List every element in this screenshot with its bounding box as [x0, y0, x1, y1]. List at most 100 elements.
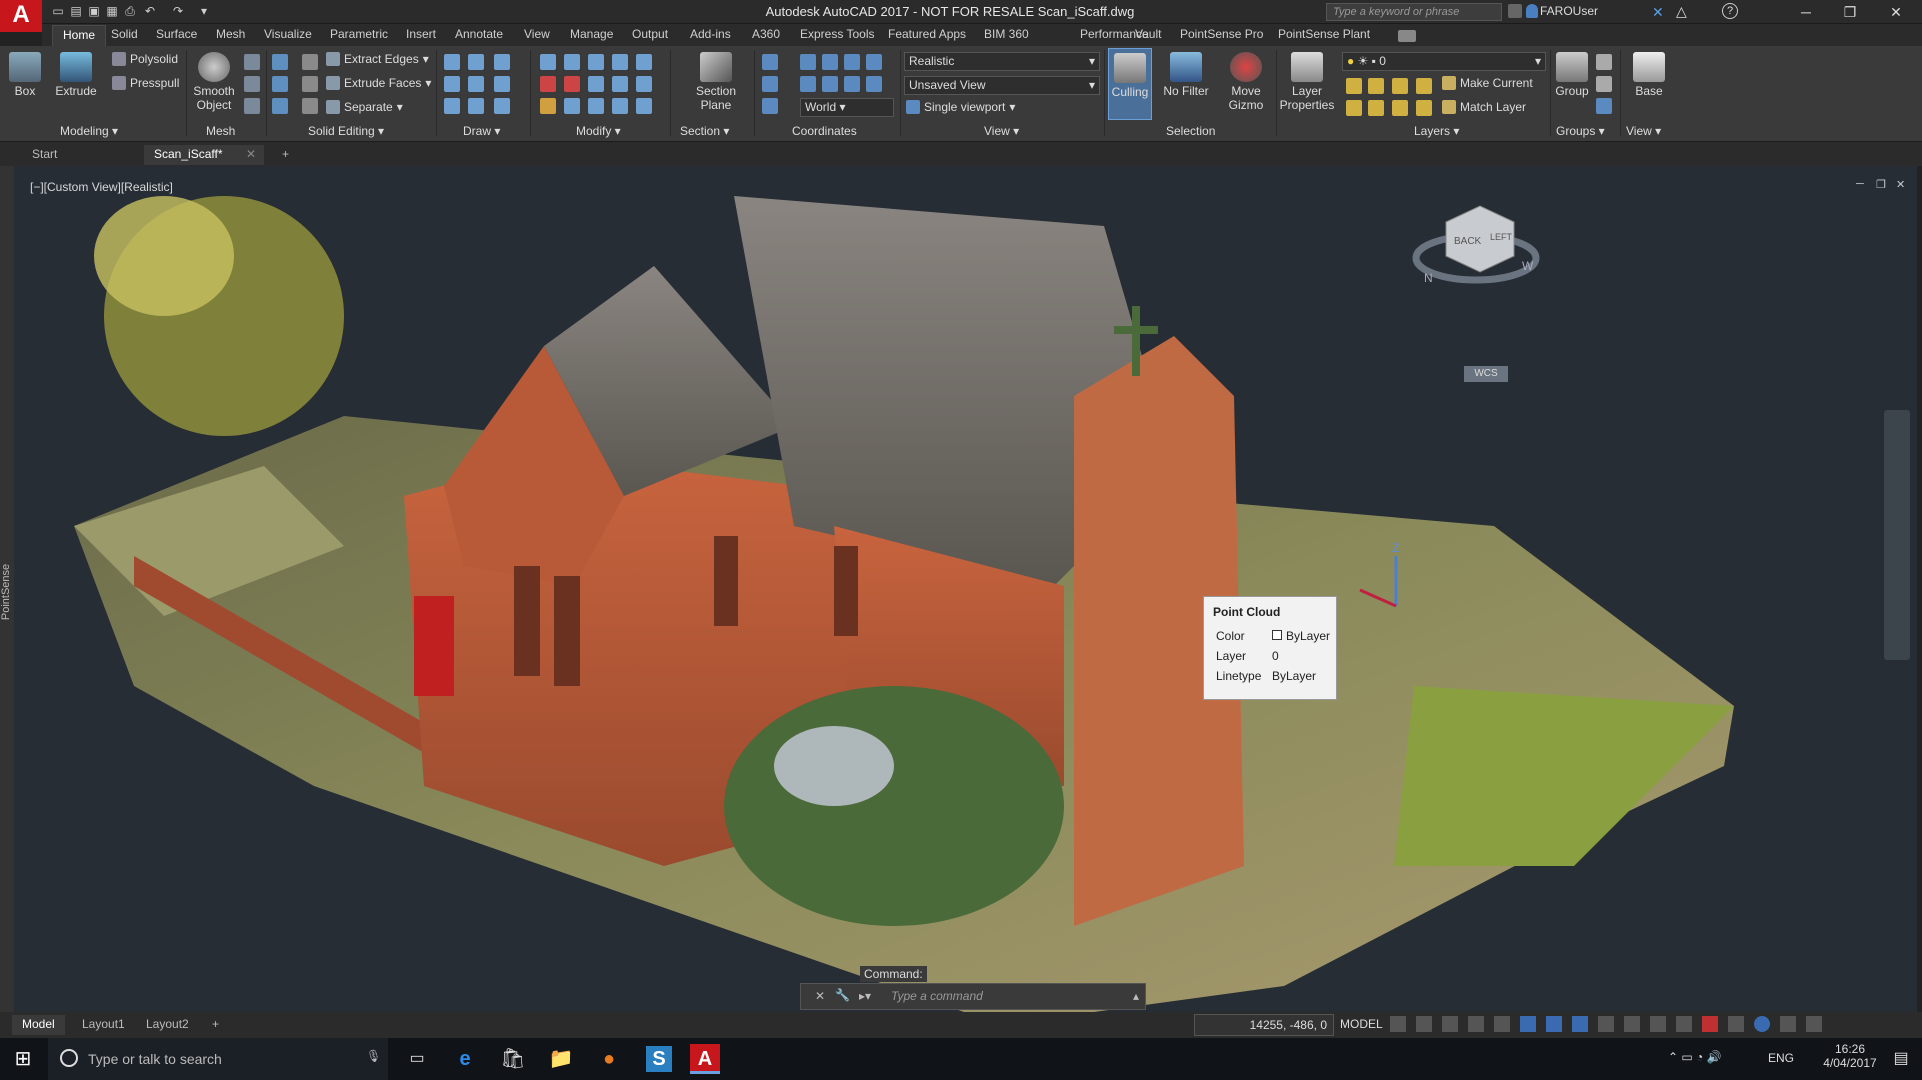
- 3d-polyline-icon[interactable]: [444, 76, 460, 92]
- object-snap-icon[interactable]: [1520, 1016, 1536, 1032]
- tab-insert[interactable]: Insert: [406, 27, 436, 41]
- ucs-icon[interactable]: [822, 76, 838, 92]
- edge-browser-icon[interactable]: e: [450, 1044, 480, 1074]
- panel-view[interactable]: View ▾: [984, 124, 1019, 138]
- box-button[interactable]: Box: [8, 52, 42, 98]
- grid-icon[interactable]: [1390, 1016, 1406, 1032]
- add-layout-button[interactable]: +: [206, 1015, 225, 1035]
- visual-style-dropdown[interactable]: Realistic ▾: [904, 52, 1100, 71]
- tab-solid[interactable]: Solid: [111, 27, 138, 41]
- extrude-button[interactable]: Extrude: [54, 52, 98, 98]
- customization-icon[interactable]: [1806, 1016, 1822, 1032]
- base-button[interactable]: Base: [1628, 52, 1670, 98]
- qat-more-icon[interactable]: ▾: [196, 3, 212, 19]
- presspull-button[interactable]: Presspull: [112, 76, 179, 90]
- command-history-icon[interactable]: ▴: [1133, 989, 1139, 1003]
- help-icon[interactable]: ?: [1722, 3, 1738, 19]
- tab-drawing-file[interactable]: Scan_iScaff* ✕: [144, 145, 264, 165]
- workspace-icon[interactable]: [1624, 1016, 1640, 1032]
- polyline-icon[interactable]: [444, 54, 460, 70]
- section-plane-button[interactable]: Section Plane: [692, 52, 740, 112]
- model-space-toggle[interactable]: MODEL: [1340, 1017, 1383, 1031]
- clean-screen-icon[interactable]: [1780, 1016, 1796, 1032]
- navigation-bar[interactable]: [1884, 410, 1910, 660]
- customize-icon[interactable]: 🔧: [835, 988, 850, 1002]
- tab-layout1[interactable]: Layout1: [74, 1015, 133, 1035]
- dynamic-ucs-icon[interactable]: [1572, 1016, 1588, 1032]
- autocad-taskbar-icon[interactable]: A: [690, 1044, 720, 1074]
- viewport-minimize-icon[interactable]: ─: [1856, 178, 1864, 190]
- redo-icon[interactable]: ↷: [170, 3, 186, 19]
- group-button[interactable]: Group: [1552, 52, 1592, 98]
- tab-home[interactable]: Home: [52, 25, 107, 46]
- command-line[interactable]: ✕ 🔧 ▸▾ Type a command ▴: [800, 983, 1146, 1010]
- tab-pointsense-plant[interactable]: PointSense Plant: [1278, 27, 1370, 41]
- layer-properties-button[interactable]: Layer Properties: [1278, 52, 1336, 112]
- panel-modeling[interactable]: Modeling ▾: [60, 124, 118, 138]
- layer-tool-icon[interactable]: [1346, 78, 1362, 94]
- minimize-icon[interactable]: ─: [1786, 0, 1826, 24]
- tab-visualize[interactable]: Visualize: [264, 27, 312, 41]
- modify-tool-icon[interactable]: [564, 54, 580, 70]
- isolate-objects-icon[interactable]: [1728, 1016, 1744, 1032]
- polysolid-button[interactable]: Polysolid: [112, 52, 178, 66]
- group-tool-icon[interactable]: [1596, 98, 1612, 114]
- line-icon[interactable]: [468, 76, 484, 92]
- tab-bim360[interactable]: BIM 360: [984, 27, 1029, 41]
- panel-coordinates[interactable]: Coordinates: [792, 124, 857, 138]
- panel-groups[interactable]: Groups ▾: [1556, 124, 1605, 138]
- panel-view-2[interactable]: View ▾: [1626, 124, 1661, 138]
- spline-icon[interactable]: [468, 54, 484, 70]
- tab-addins[interactable]: Add-ins: [690, 27, 731, 41]
- ucs-icon[interactable]: [844, 54, 860, 70]
- open-file-icon[interactable]: ▤: [68, 3, 84, 19]
- lock-ui-icon[interactable]: [1702, 1016, 1718, 1032]
- move-icon[interactable]: [588, 54, 604, 70]
- arc-icon[interactable]: [494, 54, 510, 70]
- exchange-icon[interactable]: ✕: [1652, 4, 1664, 21]
- modify-tool-icon[interactable]: [612, 98, 628, 114]
- close-command-icon[interactable]: ✕: [815, 989, 825, 1003]
- layer-tool-icon[interactable]: [1368, 78, 1384, 94]
- clock[interactable]: 16:26 4/04/2017: [1820, 1042, 1880, 1070]
- tab-mesh[interactable]: Mesh: [216, 27, 245, 41]
- coordinates-display[interactable]: 14255, -486, 0: [1194, 1014, 1334, 1036]
- viewport-controls-label[interactable]: [−][Custom View][Realistic]: [30, 180, 173, 194]
- tab-vault[interactable]: Vault: [1135, 27, 1161, 41]
- annotation-icon[interactable]: [1598, 1016, 1614, 1032]
- no-filter-button[interactable]: No Filter: [1158, 52, 1214, 98]
- firefox-icon[interactable]: ●: [594, 1044, 624, 1074]
- panel-draw[interactable]: Draw ▾: [463, 124, 500, 138]
- drawing-viewport[interactable]: Z BACK LEFT N W WCS ─ ❐ ✕: [14, 166, 1917, 1012]
- autocad-logo-icon[interactable]: A: [0, 0, 42, 32]
- undo-icon[interactable]: ↶: [142, 3, 158, 19]
- panel-layers[interactable]: Layers ▾: [1414, 124, 1459, 138]
- layer-dropdown[interactable]: ● ☀ ▪ 0 ▾: [1342, 52, 1546, 71]
- panel-mesh[interactable]: Mesh: [206, 124, 235, 138]
- ucs-icon[interactable]: [762, 76, 778, 92]
- tab-pointsense-pro[interactable]: PointSense Pro: [1180, 27, 1263, 41]
- tab-surface[interactable]: Surface: [156, 27, 197, 41]
- ucs-icon[interactable]: [866, 76, 882, 92]
- search-input[interactable]: Type a keyword or phrase: [1326, 3, 1502, 21]
- system-tray-icons[interactable]: ⌃ ▭ ◔ 🔊: [1668, 1050, 1722, 1064]
- close-icon[interactable]: ✕: [1876, 0, 1916, 24]
- layer-tool-icon[interactable]: [1392, 78, 1408, 94]
- language-indicator[interactable]: ENG: [1768, 1051, 1794, 1065]
- tab-annotate[interactable]: Annotate: [455, 27, 503, 41]
- restore-icon[interactable]: ❐: [1830, 0, 1870, 24]
- circle-icon[interactable]: [494, 76, 510, 92]
- group-tool-icon[interactable]: [1596, 76, 1612, 92]
- viewport-restore-icon[interactable]: ❐: [1876, 178, 1886, 191]
- binoculars-icon[interactable]: [1508, 4, 1522, 18]
- modify-tool-icon[interactable]: [588, 98, 604, 114]
- file-explorer-icon[interactable]: 📁: [546, 1044, 576, 1074]
- skype-icon[interactable]: S: [646, 1046, 672, 1072]
- a360-icon[interactable]: △: [1676, 3, 1687, 20]
- units-icon[interactable]: [1650, 1016, 1666, 1032]
- ucs-icon[interactable]: [844, 76, 860, 92]
- isodraft-icon[interactable]: [1494, 1016, 1510, 1032]
- task-view-icon[interactable]: ▭: [402, 1044, 432, 1074]
- solid-subtract-icon[interactable]: [272, 76, 288, 92]
- extrude-faces-button[interactable]: Extrude Faces ▾: [326, 76, 431, 90]
